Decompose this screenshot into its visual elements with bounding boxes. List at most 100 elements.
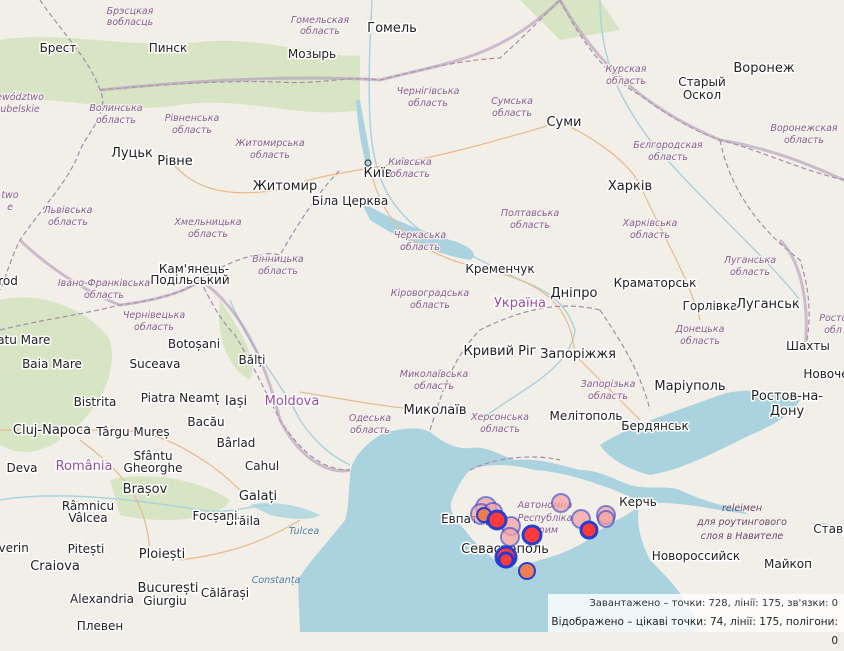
region-label-r28a: Ростс [819,313,844,324]
region-label-r13b: область [188,229,228,240]
city-label-bistrita: Bistrita [74,395,117,409]
region-label-r16b: область [400,242,440,253]
city-label-kremenchuk: Кременчук [465,262,534,276]
region-label-r18a: Луганська [723,255,776,266]
region-label-r23b: область [414,381,454,392]
region-label-r26b: область [480,424,520,435]
city-label-giurgiu: Giurgiu [143,594,187,608]
note-label-n1: relеiмен [722,503,762,514]
region-label-r15a: Харківська [622,218,678,229]
country-label-moldova: Moldova [265,394,320,409]
status-shown: Відображено – цікаві точки: 74, лінії: 1… [551,616,838,647]
place-label-constanta: Constanța [252,575,301,586]
city-label-kyiv: Київ [364,166,393,181]
city-label-mykolaiv: Миколаїв [403,403,466,418]
region-label-r19a: Івано-Франківська [58,278,150,289]
city-label-zaporizhzhia: Запоріжжя [540,347,616,362]
city-label-baia: Baia Mare [22,357,82,371]
region-label-r29b: ubelskie [0,104,40,115]
city-label-bila: Біла Церква [312,194,388,208]
region-label-r23a: Миколаївська [400,369,469,380]
city-label-oskol: Оскол [683,88,721,102]
city-label-kharkiv: Харків [608,179,652,194]
region-label-r24a: Запорізька [581,379,636,390]
city-label-ploiesti: Ploiești [139,547,186,562]
status-loaded: Завантажено – точки: 728, лінії: 175, зв… [589,598,838,609]
poi-marker-m12[interactable] [579,520,599,540]
region-label-r3a: Чернігівська [397,86,460,97]
city-label-alexandria: Alexandria [70,592,134,606]
city-label-rivne: Рівне [157,154,193,169]
region-label-r9a: Київська [388,157,432,168]
city-label-cahul: Cahul [245,459,279,473]
region-label-r22a: Донецька [675,324,725,335]
poi-marker-m13[interactable] [597,510,615,528]
city-label-suceava: Suceava [129,357,180,371]
region-label-r1a: Брэсцкая [107,6,154,17]
status-panel: Завантажено – точки: 728, лінії: 175, зв… [548,594,844,647]
city-label-barlad: Bârlad [217,436,256,450]
city-label-cluj: Cluj-Napoca [13,423,91,438]
city-label-iasi: Iași [225,394,247,409]
city-label-gomel: Гомель [367,21,417,36]
city-label-piatra: Piatra Neamț [141,391,220,405]
map-canvas[interactable]: Гомель Брест Пинск Мозырь Луцьк Рівне Житомир К… [0,0,844,632]
region-label-r7a: Рівненська [165,113,220,124]
poi-marker-m9[interactable] [551,493,571,513]
region-label-r20b: область [410,300,450,311]
region-label-r21b: область [134,322,174,333]
city-label-bacau: Bacău [187,415,224,429]
city-label-pitesti: Pitești [68,542,105,556]
city-label-novorossiysk: Новороссийск [652,549,740,563]
city-label-targu: Târgu Mureș [95,425,169,439]
city-label-maykop: Майкоп [764,557,812,571]
poi-marker-m15[interactable] [497,551,515,569]
city-label-zhytomyr: Житомир [253,179,318,194]
city-label-dnipro: Дніпро [551,286,598,301]
poi-marker-m16[interactable] [518,562,536,580]
region-label-r19b: область [84,290,124,301]
region-label-r12b: область [48,217,88,228]
city-label-satu: Satu Mare [0,333,50,347]
city-label-melitopol: Мелітополь [549,409,622,423]
region-label-r6a: Волинська [89,103,142,114]
region-label-r22b: область [680,336,720,347]
note-label-n3: слоя в Навителе [701,531,784,542]
city-label-kramatorsk: Краматорськ [614,276,697,290]
city-label-voronezh: Воронеж [733,61,795,76]
place-label-tulcea: Tulcea [289,526,320,537]
city-label-mozyr: Мозырь [288,47,336,61]
city-label-novocherkassk: Новоче [803,367,844,381]
city-label-severin: everin [0,541,29,555]
city-label-stavr: Ставр [813,522,844,536]
city-label-staryi: Старый [678,75,726,89]
city-label-kerch: Керчь [619,495,657,509]
poi-marker-m6[interactable] [486,509,508,531]
region-label-r4b: область [492,108,532,119]
region-label-r26a: Херсонська [470,412,529,423]
city-label-p1: rod [0,274,18,288]
region-label-r5a: Курская [606,64,647,75]
city-label-pinsk: Пинск [149,41,188,55]
region-label-r14b: область [510,220,550,231]
city-label-mariupol: Маріуполь [654,379,725,394]
region-label-r20a: Кіровоградська [391,288,470,299]
poi-marker-m7[interactable] [500,527,520,547]
city-label-luhansk: Луганськ [736,297,800,312]
city-label-pleven: Плевен [77,619,123,632]
city-label-berdiansk: Бердянськ [621,419,689,433]
region-label-r12a: Львівська [43,205,93,216]
city-label-sfantu2: Gheorghe [124,461,183,475]
poi-marker-m8[interactable] [521,524,543,546]
region-label-r18b: область [730,267,770,278]
region-label-r8a: Житомирська [234,138,305,149]
region-label-r8b: область [250,150,290,161]
city-label-lutsk: Луцьк [111,146,153,161]
region-label-r11b: область [784,135,824,146]
country-label-ukraine: Україна [494,296,546,311]
city-label-rostov1: Ростов-на- [751,389,823,404]
region-label-r2b: область [300,26,340,37]
city-label-balti: Bălți [239,353,266,367]
city-label-calarasi: Călărași [201,586,249,600]
region-label-r10b: область [648,152,688,163]
